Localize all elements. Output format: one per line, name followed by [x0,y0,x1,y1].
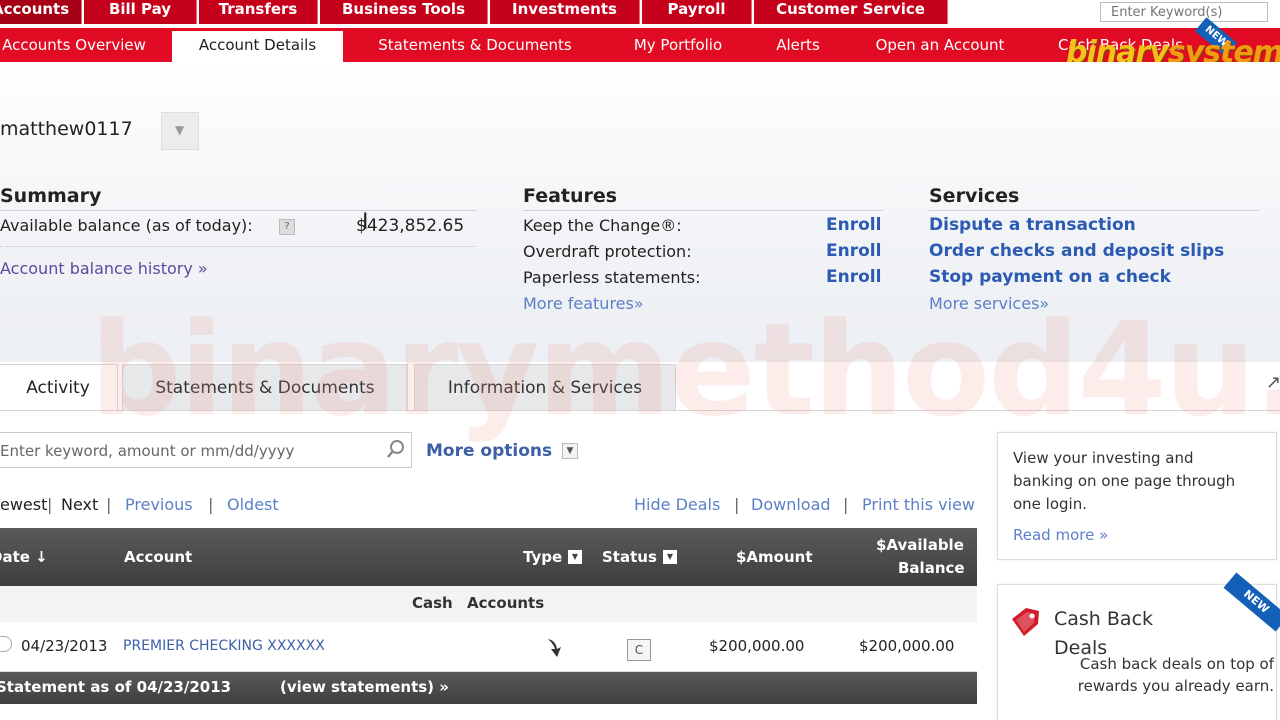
tab-activity[interactable]: Activity [0,364,118,410]
col-date-label: Date [0,548,30,566]
service-dispute[interactable]: Dispute a transaction [929,215,1136,235]
help-icon[interactable]: ? [279,219,295,235]
cash-back-promo[interactable]: Cash Back Deals Cash back deals on top o… [997,584,1277,720]
activity-search-placeholder: Enter keyword, amount or mm/dd/yyyy [0,442,295,460]
tab-information-services[interactable]: Information & Services [414,364,676,410]
pager-previous[interactable]: Previous [125,495,193,514]
chevron-up-icon: ↗ [1266,372,1280,393]
activity-search-input[interactable]: Enter keyword, amount or mm/dd/yyyy [0,432,412,468]
service-order-checks[interactable]: Order checks and deposit slips [929,241,1224,261]
col-available-line1: $Available [876,536,964,554]
status-filter-icon[interactable]: ▼ [663,550,677,564]
feature-overdraft: Overdraft protection: [523,242,692,261]
type-filter-icon[interactable]: ▼ [568,550,582,564]
subnav-statements-documents[interactable]: Statements & Documents [350,28,600,62]
print-view-link[interactable]: Print this view [862,495,975,514]
summary-divider [0,210,476,211]
tab-statements-documents[interactable]: Statements & Documents [122,364,408,410]
investing-promo-text: View your investing and banking on one p… [1013,449,1236,513]
feature-paperless: Paperless statements: [523,268,701,287]
subnav-accounts-overview[interactable]: Accounts Overview [0,28,162,62]
status-cleared-icon: C [627,639,651,661]
tab-divider [0,410,1280,411]
cash-back-tag-icon [1012,608,1039,636]
top-nav-accounts[interactable]: Accounts [0,0,82,24]
col-type[interactable]: Type [523,548,562,566]
summary-dotted-divider [0,246,476,247]
investing-promo: View your investing and banking on one p… [997,432,1277,560]
pager-sep-1: | [47,495,53,514]
group-row-cash-accounts: Cash Accounts [0,586,977,622]
summary-title: Summary [0,185,102,207]
available-balance: $423,852.65 [356,216,465,236]
statement-bar: Statement as of 04/23/2013 (view stateme… [0,672,977,704]
enroll-overdraft[interactable]: Enroll [826,241,881,261]
balance-label: Available balance (as of today): [0,216,253,235]
keyword-search-input[interactable] [1100,2,1268,22]
account-selector-dropdown[interactable]: ▼ [161,112,199,150]
download-link[interactable]: Download [751,495,831,514]
chevron-down-icon: ▼ [175,123,185,137]
pager-sep-2: | [106,495,112,514]
account-header [0,62,1280,362]
row-amount: $200,000.00 [709,637,805,655]
account-selector-label: matthew0117 [0,118,133,140]
col-date[interactable]: Date ↓ [0,548,48,566]
subnav-account-details[interactable]: Account Details [172,31,343,62]
subnav-alerts[interactable]: Alerts [760,28,836,62]
actions-sep-1: | [734,495,740,514]
top-nav-business-tools[interactable]: Business Tools [320,0,488,24]
group-label-part2: Accounts [467,594,545,612]
service-stop-payment[interactable]: Stop payment on a check [929,267,1171,287]
hide-deals-link[interactable]: Hide Deals [634,495,720,514]
services-divider [929,210,1259,211]
more-services-link[interactable]: More services» [929,294,1049,313]
features-divider [523,210,883,211]
subnav-my-portfolio[interactable]: My Portfolio [610,28,746,62]
pager-sep-3: | [208,495,214,514]
top-nav-transfers[interactable]: Transfers [199,0,318,24]
actions-sep-2: | [843,495,849,514]
top-nav-investments[interactable]: Investments [490,0,640,24]
statement-label: Statement as of 04/23/2013 [0,678,232,696]
top-nav-customer-service[interactable]: Customer Service [754,0,948,24]
more-features-link[interactable]: More features» [523,294,644,313]
transfer-arrow-icon [548,639,561,657]
row-account-link[interactable]: PREMIER CHECKING XXXXXX [123,638,325,654]
transactions-table-header: Date ↓ Account Type ▼ Status ▼ $Amount $… [0,528,977,586]
top-nav-bill-pay[interactable]: Bill Pay [84,0,197,24]
pager-next[interactable]: Next [61,495,98,514]
text-cursor-icon: I [362,210,369,235]
row-date: 04/23/2013 [21,637,108,655]
feature-keep-the-change: Keep the Change®: [523,216,682,235]
search-icon[interactable] [386,439,406,459]
enroll-paperless[interactable]: Enroll [826,267,881,287]
col-status[interactable]: Status [602,548,657,566]
more-options-dropdown-icon[interactable]: ▼ [562,443,578,459]
read-more-link[interactable]: Read more » [1013,526,1108,544]
pager-newest[interactable]: Newest [0,495,47,514]
sort-down-icon: ↓ [35,548,48,566]
cash-back-text: Cash back deals on top of rewards you al… [1077,655,1274,695]
col-available-line2: Balance [898,559,965,577]
top-nav: Accounts Bill Pay Transfers Business Too… [0,0,1280,24]
row-available-balance: $200,000.00 [859,637,955,655]
col-amount: $Amount [736,548,813,566]
enroll-keep-the-change[interactable]: Enroll [826,215,881,235]
col-account[interactable]: Account [124,548,192,566]
features-title: Features [523,185,618,207]
balance-history-link[interactable]: Account balance history » [0,259,208,278]
subnav-open-account[interactable]: Open an Account [852,28,1028,62]
more-options-link[interactable]: More options [426,441,552,461]
services-title: Services [929,185,1020,207]
table-row[interactable]: 04/23/2013 PREMIER CHECKING XXXXXX C $20… [0,622,977,672]
expand-row-icon[interactable] [0,636,12,652]
view-statements-link[interactable]: (view statements) » [280,678,449,696]
pager-oldest[interactable]: Oldest [227,495,279,514]
top-nav-payroll[interactable]: Payroll [642,0,752,24]
group-label-part1: Cash [412,594,453,612]
